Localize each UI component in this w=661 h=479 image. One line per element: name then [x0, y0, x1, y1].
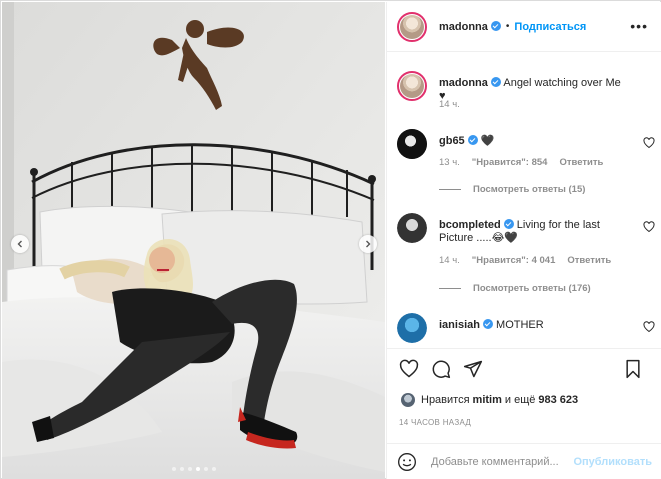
carousel-dot: [203, 467, 208, 471]
liker-avatar[interactable]: [401, 393, 415, 407]
bookmark-icon[interactable]: [623, 359, 643, 379]
verified-badge-icon: [490, 77, 501, 87]
comment-username[interactable]: bcompleted: [439, 219, 501, 231]
post-photo[interactable]: [2, 2, 385, 479]
share-icon[interactable]: [463, 359, 483, 379]
reply-button[interactable]: Ответить: [567, 255, 611, 266]
carousel-dot-active: [195, 467, 200, 471]
likes-user[interactable]: mitim: [473, 394, 502, 406]
comment-item: ianisiah MOTHER: [397, 313, 655, 347]
caption-text: madonna Angel watching over Me ♥: [439, 77, 629, 103]
header-username[interactable]: madonna: [439, 20, 501, 33]
add-comment-bar: Опубликовать: [387, 443, 661, 479]
heart-icon[interactable]: [643, 137, 655, 149]
carousel-indicator: [2, 467, 385, 471]
avatar[interactable]: [397, 313, 427, 343]
carousel-dot: [171, 467, 176, 471]
verified-badge-icon: [467, 135, 478, 145]
verified-badge-icon: [503, 219, 514, 229]
caption-username[interactable]: madonna: [439, 77, 488, 89]
carousel-dot: [187, 467, 192, 471]
comment-time: 13 ч.: [439, 157, 460, 168]
post-dialog: madonna • Подписаться ••• madonna Angel …: [0, 0, 661, 479]
caption-meta: 14 ч.: [439, 99, 460, 110]
verified-badge-icon: [490, 20, 501, 31]
comment-time: 14 ч.: [439, 255, 460, 266]
header-separator: •: [505, 21, 510, 32]
comment-body: 🖤: [480, 135, 495, 147]
carousel-dot: [179, 467, 184, 471]
likes-suffix: и ещё: [504, 394, 536, 406]
post-header: madonna • Подписаться •••: [387, 2, 661, 52]
publish-button[interactable]: Опубликовать: [573, 456, 652, 468]
post-sidebar: madonna • Подписаться ••• madonna Angel …: [386, 2, 661, 479]
heart-icon[interactable]: [399, 359, 419, 379]
comment-item: bcompleted Living for the last Picture .…: [397, 213, 655, 303]
comment-meta: 13 ч. "Нравится": 854 Ответить: [439, 157, 603, 168]
comment-input[interactable]: [431, 455, 563, 468]
view-replies-button[interactable]: Посмотреть ответы (15): [439, 184, 585, 195]
comment-icon[interactable]: [431, 359, 451, 379]
comment-username[interactable]: gb65: [439, 135, 465, 147]
comment-item: gb65 🖤 13 ч. "Нравится": 854 Ответить По…: [397, 129, 655, 199]
comment-likes[interactable]: "Нравится": 854: [472, 157, 548, 168]
chevron-left-icon: [17, 240, 22, 248]
post-timestamp[interactable]: 14 ЧАСОВ НАЗАД: [399, 418, 471, 427]
photo-illustration: [2, 2, 385, 479]
caption-time: 14 ч.: [439, 99, 460, 110]
view-replies-button[interactable]: Посмотреть ответы (176): [439, 283, 591, 294]
avatar[interactable]: [397, 11, 427, 42]
heart-icon[interactable]: [643, 221, 655, 233]
carousel-prev-button[interactable]: [11, 235, 29, 253]
comments-list[interactable]: madonna Angel watching over Me ♥ 14 ч. g…: [387, 53, 661, 347]
comment-text: bcompleted Living for the last Picture .…: [439, 219, 629, 245]
post-actions: [387, 348, 661, 388]
emoji-icon[interactable]: [397, 452, 417, 472]
likes-summary: Нравится mitim и ещё 983 623: [401, 393, 581, 407]
comment-text: ianisiah MOTHER: [439, 319, 629, 332]
comment-meta: 14 ч. "Нравится": 4 041 Ответить: [439, 255, 611, 266]
comment-body: MOTHER: [496, 319, 544, 331]
carousel-next-button[interactable]: [359, 235, 377, 253]
chevron-right-icon: [366, 240, 371, 248]
avatar[interactable]: [397, 129, 427, 159]
heart-icon[interactable]: [643, 321, 655, 333]
carousel-dot: [211, 467, 216, 471]
verified-badge-icon: [482, 319, 493, 329]
comment-text: gb65 🖤: [439, 135, 629, 148]
likes-prefix: Нравится: [421, 394, 470, 406]
follow-button[interactable]: Подписаться: [514, 21, 586, 33]
avatar[interactable]: [397, 213, 427, 243]
comment-username[interactable]: ianisiah: [439, 319, 480, 331]
more-options-icon[interactable]: •••: [630, 19, 648, 33]
caption-item: madonna Angel watching over Me ♥ 14 ч.: [397, 71, 655, 131]
comment-likes[interactable]: "Нравится": 4 041: [472, 255, 556, 266]
avatar[interactable]: [397, 71, 427, 101]
reply-button[interactable]: Ответить: [559, 157, 603, 168]
likes-count[interactable]: 983 623: [538, 394, 578, 406]
